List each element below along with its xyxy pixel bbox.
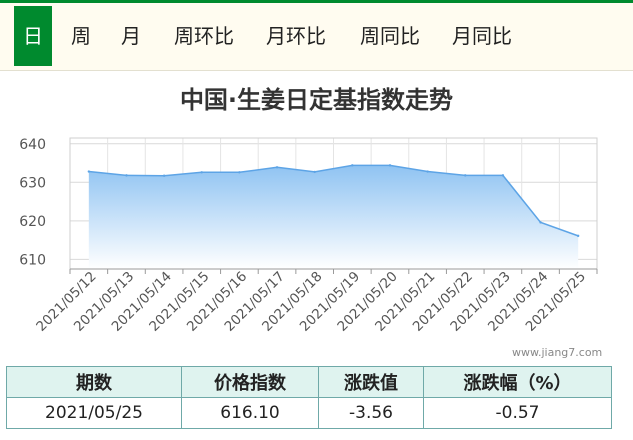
data-point (125, 174, 128, 177)
cell-price-index: 616.10 (181, 397, 319, 429)
index-trend-chart: 6106206306402021/05/122021/05/132021/05/… (19, 137, 598, 335)
data-point (351, 164, 354, 167)
data-point (539, 221, 542, 224)
tab-month-on-month[interactable]: 月环比 (266, 6, 326, 66)
tab-week-on-week[interactable]: 周环比 (174, 6, 234, 66)
chart-title: 中国·生姜日定基指数走势 (179, 86, 454, 114)
y-tick-label: 610 (19, 252, 46, 268)
tab-month[interactable]: 月 (121, 6, 141, 66)
series-area (88, 165, 579, 269)
data-point (200, 171, 203, 174)
y-tick-label: 640 (19, 137, 46, 153)
col-header-change-value: 涨跌值 (318, 366, 424, 398)
tab-day[interactable]: 日 (14, 6, 52, 66)
data-point (501, 174, 505, 177)
data-point (313, 170, 316, 174)
data-point (275, 166, 279, 169)
data-point (238, 171, 241, 174)
tab-week[interactable]: 周 (71, 6, 91, 66)
data-point (388, 164, 392, 167)
col-header-price-index: 价格指数 (181, 366, 319, 398)
cell-period: 2021/05/25 (6, 397, 182, 429)
data-point (576, 234, 580, 238)
y-tick-label: 630 (19, 175, 46, 191)
tab-bar: 日 周 月 周环比 月环比 周同比 月同比 (0, 0, 633, 71)
tab-month-year-on-year[interactable]: 月同比 (452, 6, 512, 66)
data-point (464, 174, 467, 177)
cell-change-percent: -0.57 (423, 397, 612, 429)
data-table: 期数 价格指数 涨跌值 涨跌幅（%） 2021/05/25 616.10 -3.… (6, 366, 612, 429)
y-tick-label: 620 (19, 214, 46, 230)
tab-week-year-on-year[interactable]: 周同比 (360, 6, 420, 66)
data-point (162, 174, 166, 177)
data-point (426, 170, 429, 173)
col-header-period: 期数 (6, 366, 182, 398)
table-row: 2021/05/25 616.10 -3.56 -0.57 (6, 397, 612, 429)
col-header-change-percent: 涨跌幅（%） (423, 366, 612, 398)
table-header-row: 期数 价格指数 涨跌值 涨跌幅（%） (6, 366, 612, 398)
watermark: www.jiang7.com (512, 346, 603, 359)
cell-change-value: -3.56 (318, 397, 424, 429)
data-point (87, 170, 91, 173)
